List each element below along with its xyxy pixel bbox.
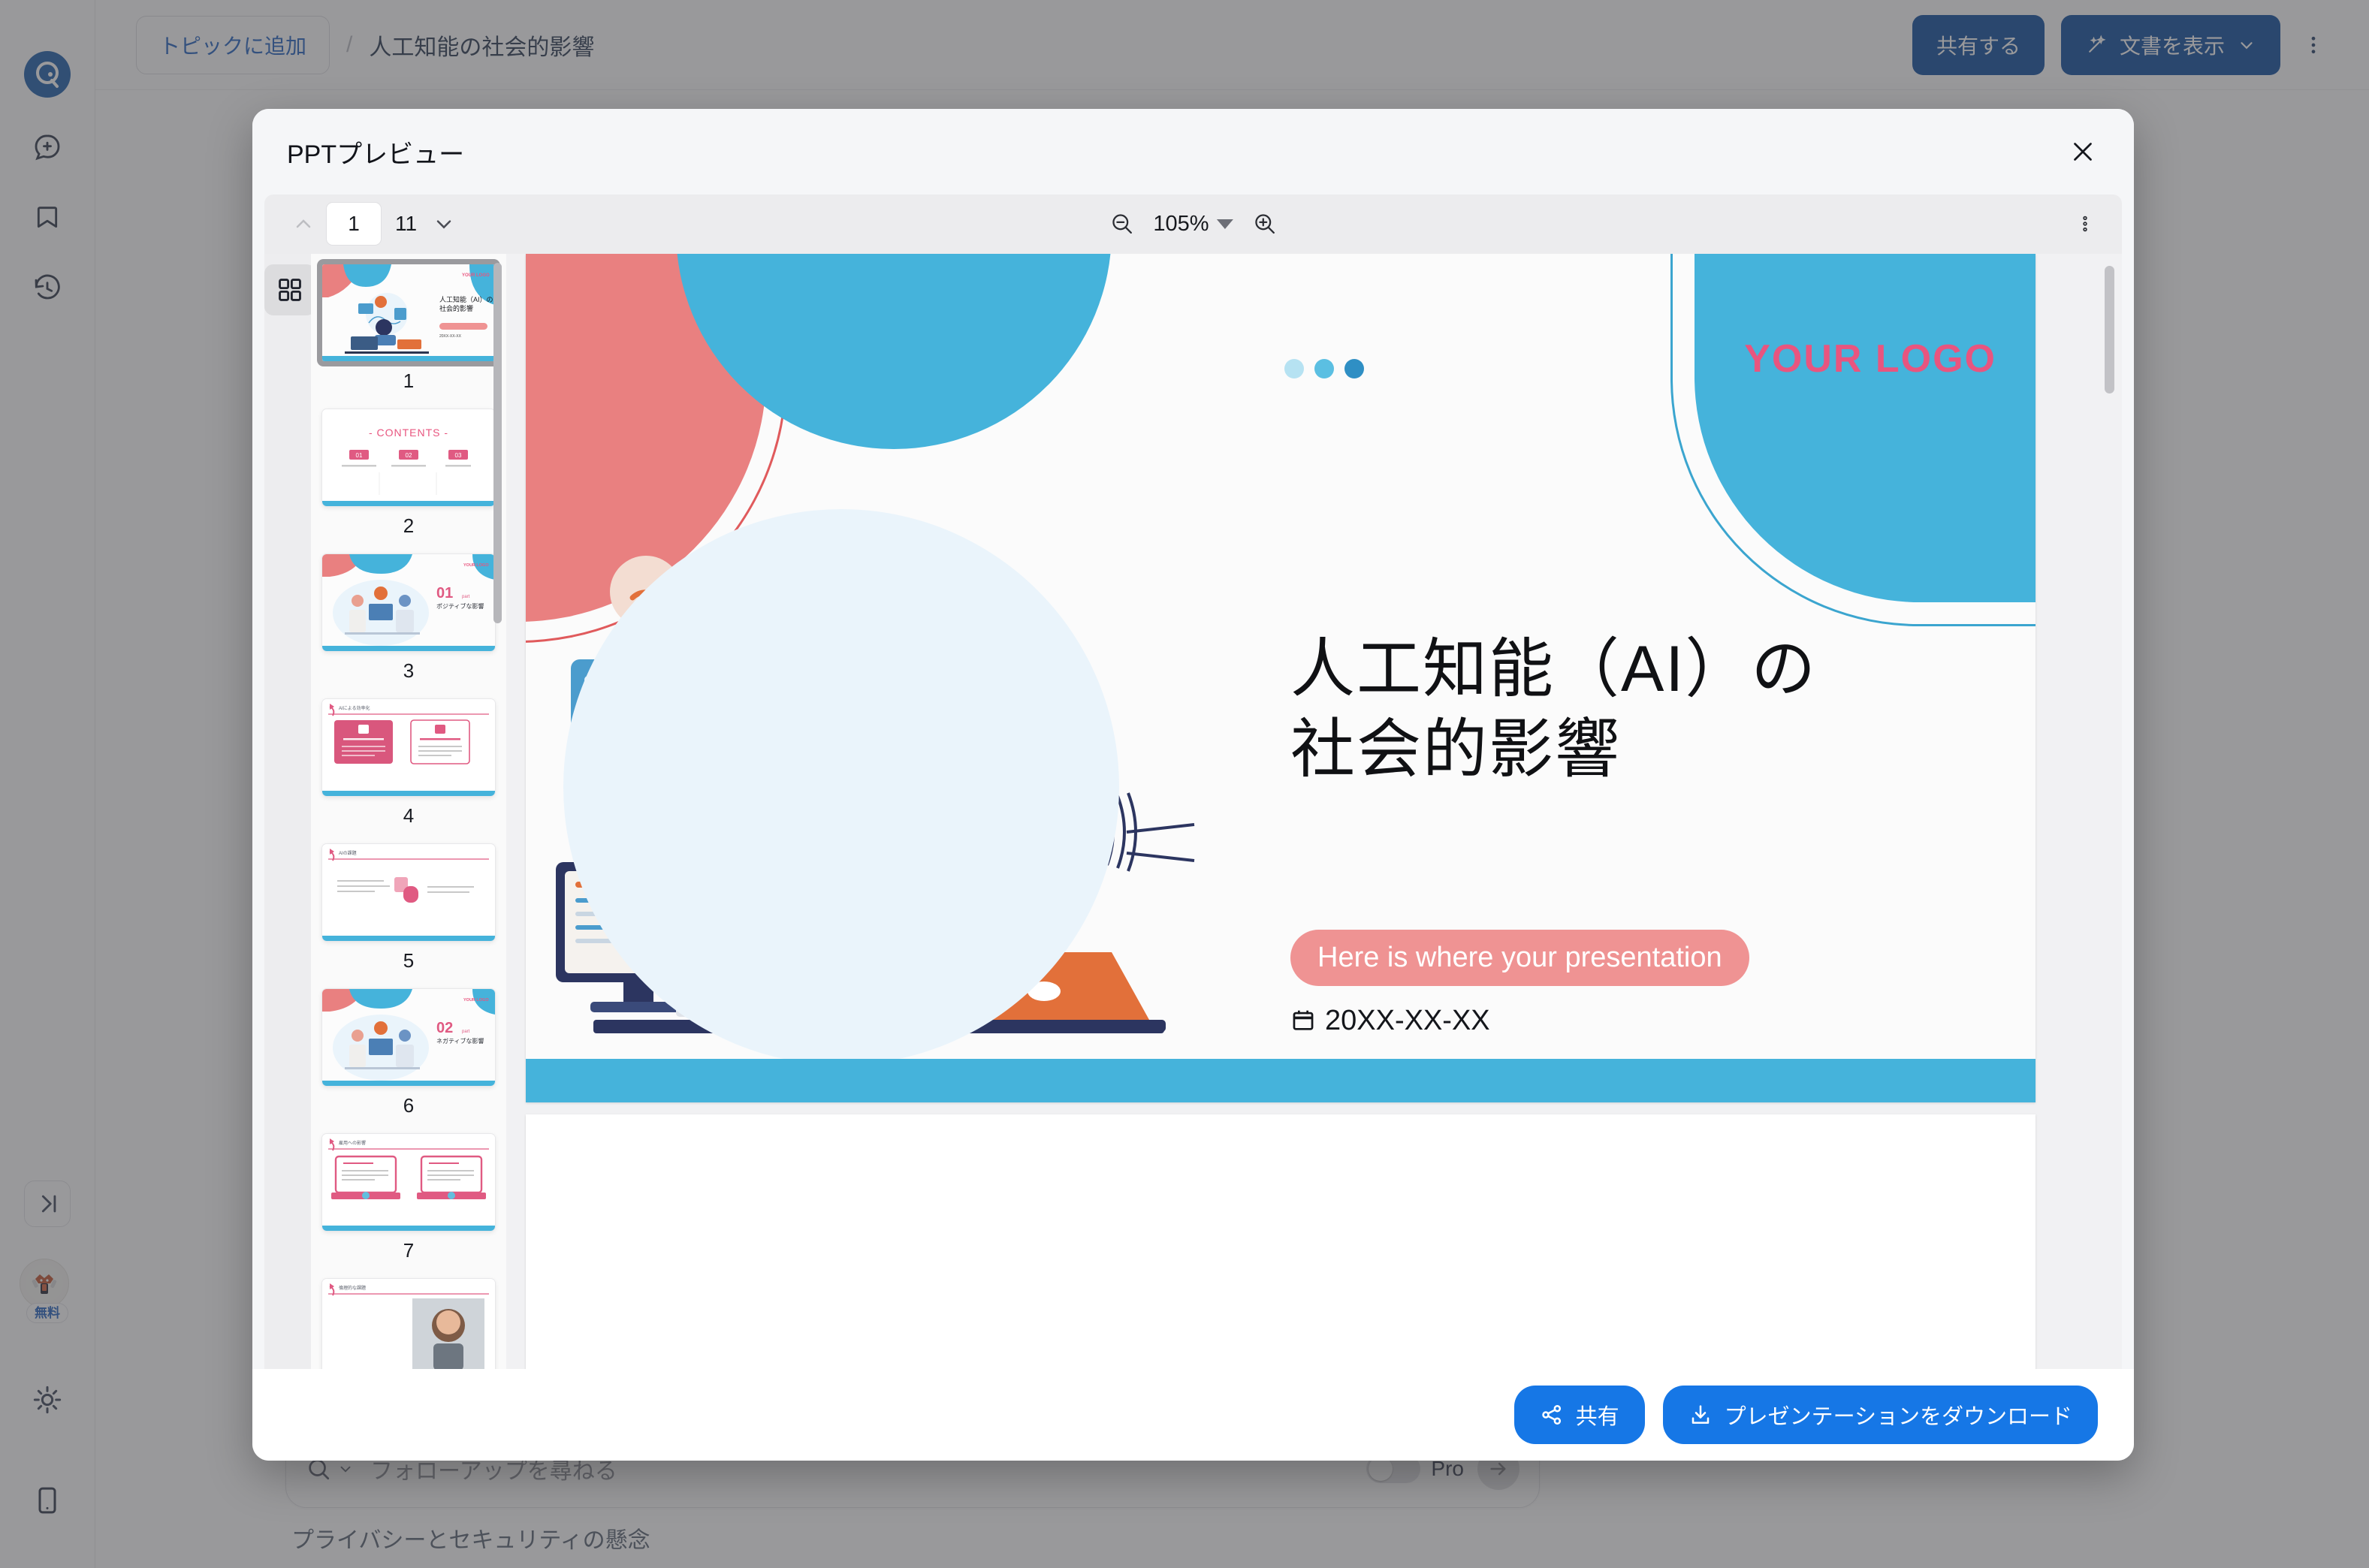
svg-text:倫理的な課題: 倫理的な課題 [339,1285,366,1291]
svg-text:02: 02 [436,1020,453,1036]
thumbnail-number: 1 [403,369,415,392]
kebab-menu-icon[interactable] [2068,214,2102,234]
thumbnail-tools [264,253,315,1369]
slide-subtitle-pill: Here is where your presentation [1290,929,1749,986]
calendar-icon [1290,1008,1316,1033]
total-pages-label: 11 [395,212,418,236]
dot-1 [1284,358,1304,378]
modal-title: PPTプレビュー [287,140,465,169]
modal-header: PPTプレビュー [252,109,2134,195]
thumbnail-number: 2 [403,514,415,537]
thumbnail-number: 3 [403,659,415,682]
slide-title-line1: 人工知能（AI）の [1290,632,1818,705]
thumbnail-number: 4 [403,804,415,827]
svg-text:03: 03 [455,452,462,459]
svg-text:YOUR LOGO: YOUR LOGO [463,998,489,1003]
preview-body: 人工知能（AI）の 社会的影響 20XX-XX-XX YOUR LOGO 1 -… [264,253,2122,1369]
svg-text:ネガティブな影響: ネガティブな影響 [436,1037,484,1045]
dot-2 [1314,358,1334,378]
chevron-up-icon[interactable] [284,204,323,243]
thumbnail-number: 6 [403,1093,415,1117]
thumbnail-preview: 雇用への影響 [322,1133,495,1231]
svg-text:YOUR LOGO: YOUR LOGO [462,273,490,278]
thumbnail-preview: AIによる効率化 [322,698,495,796]
svg-text:人工知能（AI）の: 人工知能（AI）の [439,295,493,303]
close-icon[interactable] [2063,132,2102,171]
thumbnail-item[interactable]: 02 part ネガティブな影響 YOUR LOGO 6 [322,988,495,1117]
viewer-scrollbar[interactable] [2105,265,2114,394]
zoom-controls: 105% [1103,206,1282,242]
chevron-down-icon[interactable] [424,204,463,243]
svg-text:社会的影響: 社会的影響 [439,304,473,312]
svg-text:01: 01 [356,452,363,459]
thumbnail-item[interactable]: 人工知能（AI）の 社会的影響 20XX-XX-XX YOUR LOGO 1 [322,264,495,393]
slide-title-line2: 社会的影響 [1290,713,1621,786]
svg-text:01: 01 [436,585,453,602]
slide-date-text: 20XX-XX-XX [1325,1004,1490,1036]
svg-text:part: part [462,595,470,599]
thumbnail-preview: 倫理的な課題 [322,1278,495,1369]
thumbnail-list[interactable]: 人工知能（AI）の 社会的影響 20XX-XX-XX YOUR LOGO 1 -… [311,253,506,1369]
slide-viewer[interactable]: YOUR LOGO 人工知能（AI）の 社会的影響 Here is where … [506,253,2122,1369]
svg-text:YOUR LOGO: YOUR LOGO [463,563,489,568]
svg-text:20XX-XX-XX: 20XX-XX-XX [439,334,462,339]
slide-logo-text: YOUR LOGO [1744,336,1996,381]
svg-text:02: 02 [406,452,412,459]
download-presentation-button[interactable]: プレゼンテーションをダウンロード [1662,1385,2098,1444]
thumbnail-preview: 人工知能（AI）の 社会的影響 20XX-XX-XX YOUR LOGO [322,264,495,361]
hero-backdrop [563,508,1119,1065]
svg-text:AIによる効率化: AIによる効率化 [339,705,370,711]
svg-text:ポジティブな影響: ポジティブな影響 [436,602,484,610]
share-button[interactable]: 共有 [1513,1385,1645,1444]
svg-text:AIの課題: AIの課題 [339,850,357,856]
thumbnail-item[interactable]: AIによる効率化 4 [322,698,495,828]
slide-1: YOUR LOGO 人工知能（AI）の 社会的影響 Here is where … [526,253,2036,1102]
ppt-preview-modal: PPTプレビュー 1 11 105% 人工知能（AI）の 社会的影響 20XX-… [252,109,2134,1461]
svg-text:- CONTENTS -: - CONTENTS - [369,427,448,439]
zoom-level-label: 105% [1153,211,1209,236]
thumbnail-item[interactable]: 01 part ポジティブな影響 YOUR LOGO 3 [322,553,495,683]
preview-toolbar: 1 11 105% [264,194,2122,254]
slide-2: - CONTENTS - [526,1114,2036,1369]
thumbnail-item[interactable]: - CONTENTS - 01 02 03 2 [322,409,495,538]
hero-illustration: ♪ ♫ [548,502,1224,1102]
download-icon [1688,1403,1713,1427]
thumbnail-scrollbar[interactable] [493,262,502,623]
contents-heading: - CONTENTS - [526,1362,2036,1369]
thumbnail-item[interactable]: AIの課題 5 [322,843,495,972]
thumbnail-preview: 01 part ポジティブな影響 YOUR LOGO [322,553,495,651]
zoom-level-selector[interactable]: 105% [1153,212,1233,237]
thumbnail-preview: AIの課題 [322,843,495,941]
svg-text:part: part [462,1030,470,1034]
slide-date: 20XX-XX-XX [1290,1005,1490,1037]
zoom-in-icon[interactable] [1247,206,1283,242]
thumbnail-preview: 02 part ネガティブな影響 YOUR LOGO [322,988,495,1086]
grid-view-icon[interactable] [264,264,315,315]
share-button-label: 共有 [1575,1404,1619,1429]
slide-stage: YOUR LOGO 人工知能（AI）の 社会的影響 Here is where … [526,253,2036,1369]
download-button-label: プレゼンテーションをダウンロード [1724,1404,2072,1429]
caret-down-icon [1216,219,1233,229]
thumbnail-number: 5 [403,948,415,972]
thumbnail-item[interactable]: 倫理的な課題 8 [322,1278,495,1369]
zoom-out-icon[interactable] [1103,206,1139,242]
thumbnail-number: 7 [403,1238,415,1262]
page-navigation: 1 11 [284,202,463,246]
svg-text:雇用への影響: 雇用への影響 [339,1140,366,1146]
modal-footer: 共有 プレゼンテーションをダウンロード [252,1368,2134,1461]
blue-outline-decoration [1670,253,2036,626]
dot-3 [1344,358,1364,378]
share-icon [1540,1403,1564,1427]
thumbnail-preview: - CONTENTS - 01 02 03 [322,409,495,506]
thumbnail-item[interactable]: 雇用への影響 7 [322,1133,495,1262]
slide-title: 人工知能（AI）の 社会的影響 [1290,629,1817,791]
page-number-input[interactable]: 1 [326,202,382,246]
slide-bottom-bar [526,1058,2036,1102]
decorative-dots [1284,358,1364,378]
